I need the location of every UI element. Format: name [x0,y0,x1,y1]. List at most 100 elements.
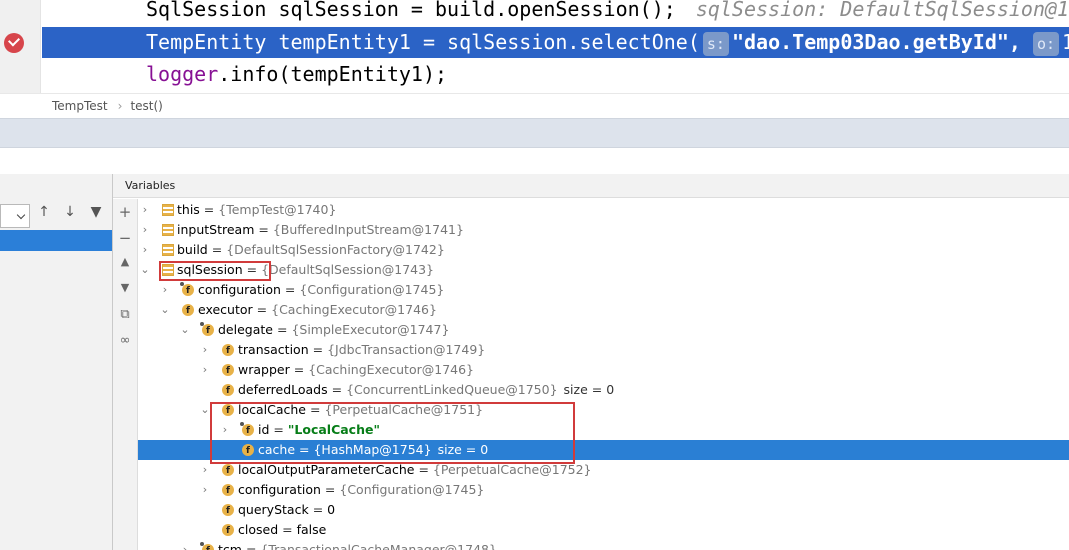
chevron-right-icon[interactable]: › [140,220,150,240]
chevron-down-icon[interactable]: ⌄ [160,300,170,320]
code-text: 1 [1062,30,1069,54]
glasses-icon[interactable]: ∞ [113,333,137,348]
variables-tree: › this = {TempTest@1740} › inputStream =… [138,200,1069,550]
code-text: TempEntity tempEntity1 = sqlSession.sele… [146,30,700,54]
variable-value: {JdbcTransaction@1749} [327,342,486,357]
string-literal: "dao.Temp03Dao.getById", [731,30,1021,54]
breadcrumb-item[interactable]: TempTest [52,99,108,113]
variable-name: closed [238,522,279,537]
code-text: SqlSession sqlSession = build.openSessio… [146,0,676,21]
field-icon [222,501,234,521]
selected-frame[interactable] [0,230,112,251]
variable-name: build [177,242,208,257]
code-editor[interactable]: SqlSession sqlSession = build.openSessio… [0,0,1069,93]
variable-value: {PerpetualCache@1752} [432,462,592,477]
variable-name: this [177,202,200,217]
move-down-icon[interactable]: ▼ [113,281,137,294]
variable-row[interactable]: › transaction = {JdbcTransaction@1749} [138,340,1069,361]
variable-value: 0 [327,502,336,517]
variable-row[interactable]: deferredLoads = {ConcurrentLinkedQueue@1… [138,380,1069,401]
variable-name: inputStream [177,222,255,237]
thread-selector[interactable] [0,204,30,228]
variable-name: id [258,422,270,437]
final-field-icon [200,541,214,550]
field-icon [222,401,234,421]
variable-row[interactable]: queryStack = 0 [138,500,1069,521]
variable-value: {CachingExecutor@1746} [308,362,475,377]
variable-row[interactable]: closed = false [138,520,1069,541]
breadcrumb-item[interactable]: test() [130,99,162,113]
variable-row[interactable]: › build = {DefaultSqlSessionFactory@1742… [138,240,1069,260]
variable-value: {Configuration@1745} [339,482,485,497]
variable-row[interactable]: › this = {TempTest@1740} [138,200,1069,220]
inline-debug-value: sqlSession: DefaultSqlSession@1 [695,0,1069,21]
breakpoint-icon[interactable] [4,33,24,53]
variable-value: {ConcurrentLinkedQueue@1750} [346,382,558,397]
filter-icon[interactable]: ▼ [86,204,106,220]
chevron-down-icon[interactable]: ⌄ [180,320,190,340]
variable-name: queryStack [238,502,309,517]
chevron-right-icon[interactable]: › [180,540,190,550]
static-field-icon [162,204,174,216]
field-icon [222,481,234,501]
variable-value: {DefaultSqlSession@1743} [261,262,435,277]
field-icon [222,521,234,541]
arrow-down-icon[interactable]: ↓ [60,204,80,220]
chevron-right-icon[interactable]: › [140,240,150,260]
chevron-right-icon[interactable]: › [200,340,210,360]
variable-name: localCache [238,402,306,417]
field-icon [222,461,234,481]
chevron-right-icon[interactable]: › [220,420,230,440]
variable-size: size = 0 [437,442,489,457]
frames-panel: ↑ ↓ ▼ [0,174,113,550]
variables-panel-title: Variables [113,174,1069,198]
breadcrumb: TempTest › test() [0,93,1069,119]
variable-row[interactable]: › tcm = {TransactionalCacheManager@1748} [138,540,1069,550]
remove-watch-icon[interactable]: − [113,229,137,247]
variable-size: size = 0 [563,382,615,397]
field-icon [242,441,254,461]
chevron-right-icon[interactable]: › [200,480,210,500]
variable-row-selected[interactable]: cache = {HashMap@1754}size = 0 [138,440,1069,461]
variable-name: cache [258,442,296,457]
variable-name: configuration [198,282,281,297]
chevron-down-icon[interactable]: ⌄ [140,260,150,280]
add-watch-icon[interactable]: + [113,203,137,221]
variable-value: false [296,522,327,537]
chevron-right-icon[interactable]: › [160,280,170,300]
chevron-right-icon[interactable]: › [200,460,210,480]
variable-row[interactable]: › localOutputParameterCache = {Perpetual… [138,460,1069,481]
arrow-up-icon[interactable]: ↑ [34,204,54,220]
variable-value: {Configuration@1745} [299,282,445,297]
variable-name: executor [198,302,253,317]
variable-row[interactable]: ⌄ sqlSession = {DefaultSqlSession@1743} [138,260,1069,280]
move-up-icon[interactable]: ▲ [113,255,137,268]
code-text: .info(tempEntity1); [218,62,448,86]
chevron-right-icon[interactable]: › [140,200,150,220]
variable-row[interactable]: › configuration = {Configuration@1745} [138,280,1069,301]
variable-name: wrapper [238,362,290,377]
chevron-right-icon[interactable]: › [200,360,210,380]
variable-row[interactable]: › wrapper = {CachingExecutor@1746} [138,360,1069,381]
variable-value: {DefaultSqlSessionFactory@1742} [226,242,445,257]
code-line-3: logger.info(tempEntity1); [42,59,1069,90]
variable-row[interactable]: › id = "LocalCache" [138,420,1069,441]
static-field-icon [162,224,174,236]
variable-value: {CachingExecutor@1746} [271,302,437,317]
variable-row[interactable]: › configuration = {Configuration@1745} [138,480,1069,501]
code-field: logger [146,62,219,86]
variable-row[interactable]: ⌄ executor = {CachingExecutor@1746} [138,300,1069,321]
variable-name: configuration [238,482,321,497]
code-line-1: SqlSession sqlSession = build.openSessio… [42,0,1069,25]
variable-row[interactable]: ⌄ localCache = {PerpetualCache@1751} [138,400,1069,421]
field-icon [222,381,234,401]
variable-row[interactable]: › inputStream = {BufferedInputStream@174… [138,220,1069,240]
copy-icon[interactable]: ⧉ [113,307,137,322]
variable-name: localOutputParameterCache [238,462,415,477]
static-field-icon [162,244,174,256]
field-icon [182,301,194,321]
variable-row[interactable]: ⌄ delegate = {SimpleExecutor@1747} [138,320,1069,341]
variable-value: {TransactionalCacheManager@1748} [260,542,497,550]
chevron-down-icon[interactable]: ⌄ [200,400,210,420]
variables-toolbar: + − ▲ ▼ ⧉ ∞ [113,199,138,550]
